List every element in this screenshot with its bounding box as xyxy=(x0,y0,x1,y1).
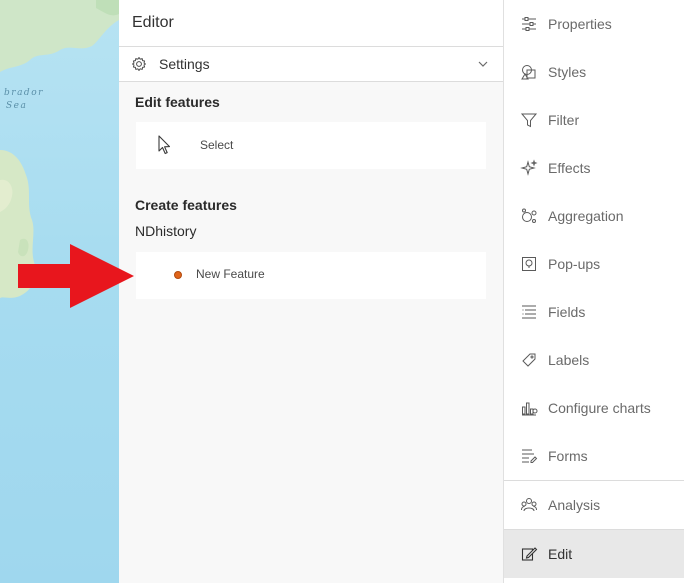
nav-item-effects[interactable]: Effects xyxy=(504,144,684,192)
red-arrow-annotation xyxy=(18,244,134,308)
nav-label: Analysis xyxy=(548,497,601,513)
editor-title: Editor xyxy=(132,14,174,31)
nav-label: Configure charts xyxy=(548,400,651,416)
settings-row[interactable]: Settings xyxy=(119,47,503,82)
select-tool-card[interactable]: Select xyxy=(136,122,486,169)
nav-label: Aggregation xyxy=(548,208,624,224)
select-label: Select xyxy=(200,138,234,152)
sparkle-icon xyxy=(520,159,538,177)
nav-label: Forms xyxy=(548,448,588,464)
nav-item-properties[interactable]: Properties xyxy=(504,0,684,48)
filter-icon xyxy=(520,111,538,129)
analysis-icon xyxy=(520,496,538,514)
nav-label: Pop-ups xyxy=(548,256,601,272)
form-icon xyxy=(520,447,538,465)
new-feature-template-card[interactable]: New Feature xyxy=(136,252,486,299)
point-symbol-icon xyxy=(174,271,182,279)
nav-item-analysis[interactable]: Analysis xyxy=(504,481,684,529)
nav-label: Filter xyxy=(548,112,580,128)
sliders-icon xyxy=(520,15,538,33)
editor-panel: Editor Settings Edit features Select Cre… xyxy=(119,0,504,583)
chevron-down-icon[interactable] xyxy=(477,58,489,70)
gear-icon xyxy=(131,56,147,72)
nav-label: Labels xyxy=(548,352,590,368)
edit-icon xyxy=(520,545,538,563)
nav-item-labels[interactable]: Labels xyxy=(504,336,684,384)
nav-label: Properties xyxy=(548,16,612,32)
nav-item-fields[interactable]: Fields xyxy=(504,288,684,336)
nav-item-popups[interactable]: Pop-ups xyxy=(504,240,684,288)
fields-icon xyxy=(520,303,538,321)
nav-label: Styles xyxy=(548,64,587,80)
new-feature-label: New Feature xyxy=(196,267,265,281)
map-label-sea-line1: brador xyxy=(4,88,44,98)
editor-header: Editor xyxy=(119,0,503,47)
settings-label: Settings xyxy=(159,56,210,72)
nav-item-filter[interactable]: Filter xyxy=(504,96,684,144)
edit-features-heading: Edit features xyxy=(135,94,220,110)
settings-nav: Properties Styles Filter Effects Aggrega… xyxy=(504,0,684,583)
shapes-icon xyxy=(520,63,538,81)
nav-label: Edit xyxy=(548,546,573,562)
popup-icon xyxy=(520,255,538,273)
nav-label: Effects xyxy=(548,160,591,176)
layer-name: NDhistory xyxy=(135,223,197,239)
label-icon xyxy=(520,351,538,369)
nav-item-edit[interactable]: Edit xyxy=(504,530,684,578)
cursor-arrow-icon xyxy=(157,135,173,155)
nav-item-styles[interactable]: Styles xyxy=(504,48,684,96)
chart-icon xyxy=(520,399,538,417)
nav-item-configure-charts[interactable]: Configure charts xyxy=(504,384,684,432)
create-features-heading: Create features xyxy=(135,197,237,213)
map-label-sea-line2: Sea xyxy=(6,101,28,111)
nav-item-aggregation[interactable]: Aggregation xyxy=(504,192,684,240)
aggregation-icon xyxy=(520,207,538,225)
nav-label: Fields xyxy=(548,304,586,320)
nav-item-forms[interactable]: Forms xyxy=(504,432,684,480)
